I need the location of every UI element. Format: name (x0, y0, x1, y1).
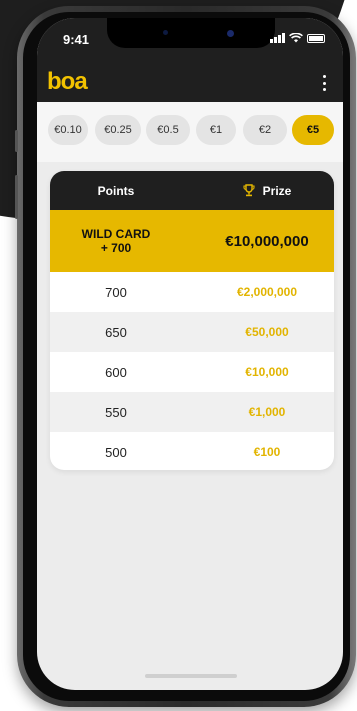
stake-option[interactable]: €1 (196, 115, 236, 145)
trophy-icon (243, 184, 255, 197)
points-cell: 550 (105, 404, 127, 420)
signal-icon (270, 33, 285, 43)
kebab-menu-icon[interactable] (319, 75, 329, 91)
home-indicator[interactable] (145, 674, 237, 678)
notch (107, 18, 275, 48)
prize-cell: €50,000 (245, 325, 289, 339)
stake-option-selected[interactable]: €5 (292, 115, 334, 145)
table-row: 650 €50,000 (50, 312, 334, 352)
battery-icon (307, 33, 325, 43)
stake-option[interactable]: €2 (243, 115, 287, 145)
phone-screen: 9:41 boa €0.10 €0.25 €0.5 €1 €2 €5 Point… (37, 18, 343, 690)
prize-cell: €2,000,000 (236, 285, 298, 299)
status-icons (270, 33, 325, 43)
speaker-icon (163, 30, 168, 35)
points-cell: 500 (105, 444, 127, 460)
mute-switch (15, 130, 18, 152)
table-row: 550 €1,000 (50, 392, 334, 432)
points-cell: 700 (105, 284, 127, 300)
stake-option[interactable]: €0.5 (146, 115, 190, 145)
volume-up-button (15, 175, 18, 219)
points-cell: 600 (105, 364, 127, 380)
prize-cell: €100 (253, 445, 281, 459)
stake-option[interactable]: €0.25 (95, 115, 141, 145)
prize-table-header: Points Prize (50, 171, 334, 210)
table-row: 500 €100 (50, 432, 334, 470)
prize-cell: €1,000 (248, 405, 286, 419)
table-row: 700 €2,000,000 (50, 272, 334, 312)
camera-icon (227, 30, 234, 37)
points-column-header: Points (97, 183, 135, 198)
stake-selector: €0.10 €0.25 €0.5 €1 €2 €5 (37, 102, 343, 162)
prize-cell: €10,000 (245, 365, 289, 379)
app-logo[interactable]: boa (47, 68, 88, 96)
status-time: 9:41 (63, 32, 90, 47)
points-cell: WILD CARD + 700 (50, 210, 182, 272)
table-row-top: WILD CARD + 700 €10,000,000 (50, 210, 334, 272)
stake-option[interactable]: €0.10 (48, 115, 88, 145)
wild-card-points: + 700 (100, 241, 132, 255)
points-cell: 650 (105, 324, 127, 340)
prize-cell: €10,000,000 (225, 232, 309, 250)
app-header: 9:41 boa (37, 18, 343, 102)
table-row: 600 €10,000 (50, 352, 334, 392)
prize-header-label: Prize (262, 183, 292, 198)
prize-table: Points Prize WILD CARD + 700 €10,000,000 (50, 171, 334, 470)
prize-column-header: Prize (200, 171, 334, 210)
wild-card-label: WILD CARD (81, 227, 151, 241)
wifi-icon (289, 33, 303, 43)
